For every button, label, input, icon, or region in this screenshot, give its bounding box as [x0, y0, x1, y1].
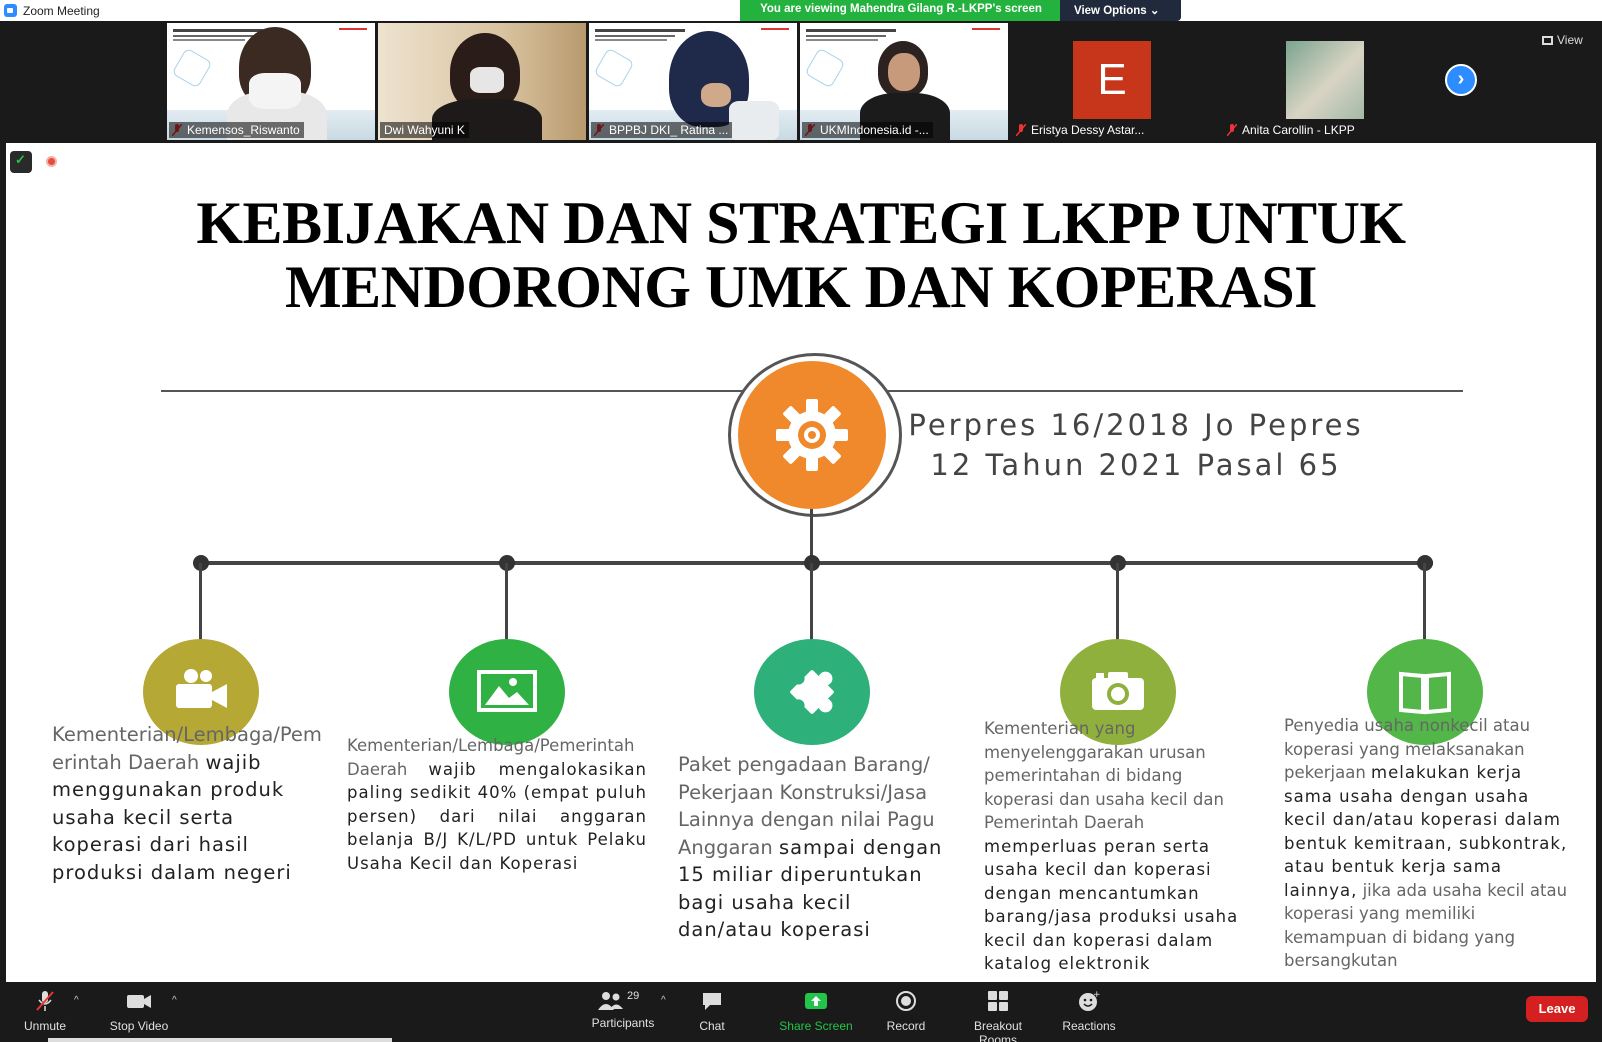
chat-button[interactable]: Chat — [692, 990, 732, 1033]
connector-line — [199, 563, 202, 641]
participant-name: UKMIndonesia.id -... — [802, 122, 933, 138]
video-camera-icon — [127, 995, 151, 1008]
reactions-icon: + — [1079, 990, 1101, 1011]
participant-tile[interactable]: Dwi Wahyuni K — [378, 23, 586, 140]
perpres-label: Perpres 16/2018 Jo Pepres 12 Tahun 2021 … — [908, 408, 1364, 482]
reactions-button[interactable]: + Reactions — [1062, 990, 1116, 1033]
share-screen-button[interactable]: Share Screen — [776, 990, 856, 1033]
participant-tile[interactable]: UKMIndonesia.id -... — [800, 23, 1008, 140]
svg-text:+: + — [1093, 990, 1100, 1000]
scrollbar[interactable] — [48, 1038, 392, 1042]
column-text-4: Kementerian yang menyelenggarakan urusan… — [984, 719, 1239, 973]
next-page-chevron-icon[interactable]: › — [1445, 64, 1477, 96]
participants-options-caret-icon[interactable]: ^ — [661, 995, 666, 1006]
camera-icon — [1092, 672, 1144, 710]
stop-video-button[interactable]: Stop Video — [104, 990, 174, 1033]
avatar — [1286, 41, 1364, 119]
image-circle — [449, 639, 565, 745]
participant-name: Kemensos_Riswanto — [169, 122, 304, 138]
security-shield-icon[interactable] — [10, 151, 32, 173]
viewing-screen-label: You are viewing Mahendra Gilang R.-LKPP'… — [740, 0, 1060, 21]
column-text-1: Kementerian/Lembaga/Pem erintah Daerah w… — [52, 723, 322, 884]
participants-button[interactable]: 29 Participants — [590, 990, 656, 1030]
zoom-window: Zoom Meeting You are viewing Mahendra Gi… — [0, 0, 1602, 1042]
breakout-rooms-button[interactable]: Breakout Rooms — [954, 990, 1042, 1042]
grid-icon — [1542, 36, 1553, 45]
shared-screen: KEBIJAKAN DAN STRATEGI LKPP UNTUK MENDOR… — [6, 143, 1596, 982]
recording-indicator-icon — [46, 156, 57, 167]
viewing-banner: You are viewing Mahendra Gilang R.-LKPP'… — [740, 0, 1181, 21]
view-button[interactable]: View — [1542, 33, 1583, 47]
leave-button[interactable]: Leave — [1526, 996, 1588, 1022]
puzzle-circle — [754, 639, 870, 745]
muted-mic-icon — [36, 991, 54, 1011]
participant-tile[interactable]: BPPBJ DKI_ Ratina ... — [589, 23, 797, 140]
participant-name: Dwi Wahyuni K — [380, 122, 469, 138]
gear-icon — [776, 399, 848, 471]
participant-name: Anita Carollin - LKPP — [1242, 123, 1355, 137]
connector-line — [1116, 563, 1119, 641]
window-title: Zoom Meeting — [23, 3, 100, 18]
connector-line — [1423, 563, 1426, 641]
puzzle-icon — [790, 670, 834, 714]
view-options-button[interactable]: View Options ⌄ — [1060, 0, 1181, 21]
zoom-logo-icon — [4, 4, 17, 17]
participants-count: 29 — [627, 990, 640, 1002]
participant-tile[interactable]: Anita Carollin - LKPP — [1222, 23, 1430, 140]
column-text-3: Paket pengadaan Barang/ Pekerjaan Konstr… — [678, 753, 943, 941]
slide-title: KEBIJAKAN DAN STRATEGI LKPP UNTUK MENDOR… — [196, 190, 1406, 320]
video-camera-icon — [176, 669, 227, 708]
participant-strip: Kemensos_Riswanto Dwi Wahyuni K BPPBJ DK… — [0, 21, 1602, 143]
record-button[interactable]: Record — [882, 990, 930, 1033]
center-circle — [738, 361, 886, 509]
chat-icon — [703, 993, 721, 1010]
participants-icon — [598, 992, 623, 1010]
share-screen-icon — [805, 993, 827, 1009]
connector-line — [810, 563, 813, 641]
unmute-options-caret-icon[interactable]: ^ — [74, 995, 79, 1006]
column-text-5: Penyedia usaha nonkecil atau koperasi ya… — [1284, 716, 1568, 970]
video-options-caret-icon[interactable]: ^ — [172, 995, 177, 1006]
record-icon — [896, 991, 916, 1011]
participant-tile[interactable]: Kemensos_Riswanto — [167, 23, 375, 140]
book-icon — [1399, 671, 1451, 715]
column-text-2: Kementerian/Lembaga/Pemerintah Daerah wa… — [347, 736, 647, 873]
image-icon — [477, 670, 537, 712]
breakout-rooms-icon — [988, 991, 1008, 1011]
avatar: E — [1073, 41, 1151, 119]
connector-line — [505, 563, 508, 641]
meeting-toolbar: Unmute ^ Stop Video ^ 29 Participants ^ — [0, 982, 1602, 1042]
participant-tile[interactable]: E Eristya Dessy Astar... — [1011, 23, 1219, 140]
participant-name: Eristya Dessy Astar... — [1031, 123, 1145, 137]
unmute-button[interactable]: Unmute — [22, 990, 68, 1033]
participant-name: BPPBJ DKI_ Ratina ... — [591, 122, 733, 138]
